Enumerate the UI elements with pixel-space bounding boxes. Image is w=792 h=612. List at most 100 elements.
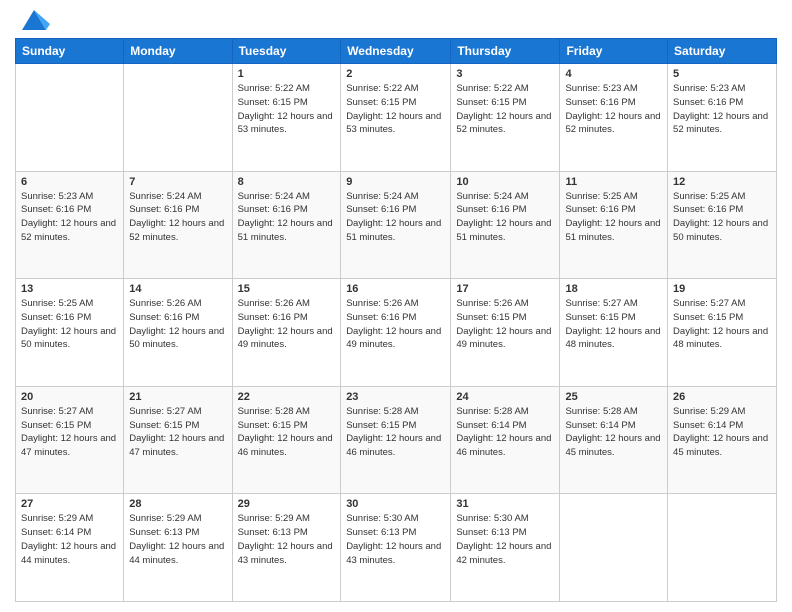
day-header-wednesday: Wednesday (341, 39, 451, 64)
day-header-monday: Monday (124, 39, 232, 64)
day-number: 15 (238, 283, 336, 295)
day-number: 16 (346, 283, 445, 295)
calendar-header-row: SundayMondayTuesdayWednesdayThursdayFrid… (16, 39, 777, 64)
day-cell: 26 Sunrise: 5:29 AMSunset: 6:14 PMDayligh… (668, 386, 777, 494)
day-detail: Sunrise: 5:27 AMSunset: 6:15 PMDaylight:… (21, 405, 118, 460)
day-number: 20 (21, 391, 118, 403)
logo-icon (18, 6, 50, 34)
day-number: 11 (565, 176, 662, 188)
day-detail: Sunrise: 5:25 AMSunset: 6:16 PMDaylight:… (21, 297, 118, 352)
day-cell: 31 Sunrise: 5:30 AMSunset: 6:13 PMDayligh… (451, 494, 560, 602)
day-detail: Sunrise: 5:23 AMSunset: 6:16 PMDaylight:… (673, 82, 771, 137)
day-cell: 17 Sunrise: 5:26 AMSunset: 6:15 PMDayligh… (451, 279, 560, 387)
day-cell: 23 Sunrise: 5:28 AMSunset: 6:15 PMDayligh… (341, 386, 451, 494)
logo (15, 10, 50, 30)
day-cell: 20 Sunrise: 5:27 AMSunset: 6:15 PMDayligh… (16, 386, 124, 494)
day-cell: 13Sunrise: 5:25 AMSunset: 6:16 PMDayligh… (16, 279, 124, 387)
day-cell: 19 Sunrise: 5:27 AMSunset: 6:15 PMDayligh… (668, 279, 777, 387)
day-cell: 1Sunrise: 5:22 AMSunset: 6:15 PMDaylight… (232, 64, 341, 172)
day-number: 29 (238, 498, 336, 510)
day-number: 3 (456, 68, 554, 80)
day-detail: Sunrise: 5:29 AMSunset: 6:13 PMDaylight:… (129, 512, 226, 567)
header (15, 10, 777, 30)
day-detail: Sunrise: 5:28 AMSunset: 6:14 PMDaylight:… (456, 405, 554, 460)
day-detail: Sunrise: 5:28 AMSunset: 6:15 PMDaylight:… (238, 405, 336, 460)
day-cell (16, 64, 124, 172)
day-detail: Sunrise: 5:26 AMSunset: 6:15 PMDaylight:… (456, 297, 554, 352)
day-cell: 14 Sunrise: 5:26 AMSunset: 6:16 PMDayligh… (124, 279, 232, 387)
day-cell: 3 Sunrise: 5:22 AMSunset: 6:15 PMDaylight… (451, 64, 560, 172)
day-cell (560, 494, 668, 602)
day-number: 17 (456, 283, 554, 295)
day-number: 5 (673, 68, 771, 80)
day-header-sunday: Sunday (16, 39, 124, 64)
day-number: 7 (129, 176, 226, 188)
day-cell: 2 Sunrise: 5:22 AMSunset: 6:15 PMDaylight… (341, 64, 451, 172)
day-detail: Sunrise: 5:29 AMSunset: 6:13 PMDaylight:… (238, 512, 336, 567)
day-cell: 27Sunrise: 5:29 AMSunset: 6:14 PMDayligh… (16, 494, 124, 602)
day-detail: Sunrise: 5:29 AMSunset: 6:14 PMDaylight:… (673, 405, 771, 460)
day-cell: 9 Sunrise: 5:24 AMSunset: 6:16 PMDaylight… (341, 171, 451, 279)
day-number: 1 (238, 68, 336, 80)
day-cell: 21Sunrise: 5:27 AMSunset: 6:15 PMDayligh… (124, 386, 232, 494)
day-number: 6 (21, 176, 118, 188)
day-detail: Sunrise: 5:22 AMSunset: 6:15 PMDaylight:… (346, 82, 445, 137)
day-detail: Sunrise: 5:26 AMSunset: 6:16 PMDaylight:… (129, 297, 226, 352)
day-number: 4 (565, 68, 662, 80)
day-detail: Sunrise: 5:24 AMSunset: 6:16 PMDaylight:… (238, 190, 336, 245)
day-cell: 6 Sunrise: 5:23 AMSunset: 6:16 PMDaylight… (16, 171, 124, 279)
week-row-4: 20 Sunrise: 5:27 AMSunset: 6:15 PMDayligh… (16, 386, 777, 494)
day-number: 19 (673, 283, 771, 295)
day-cell: 12 Sunrise: 5:25 AMSunset: 6:16 PMDayligh… (668, 171, 777, 279)
day-cell (668, 494, 777, 602)
day-cell: 5 Sunrise: 5:23 AMSunset: 6:16 PMDaylight… (668, 64, 777, 172)
day-number: 9 (346, 176, 445, 188)
day-cell (124, 64, 232, 172)
day-detail: Sunrise: 5:30 AMSunset: 6:13 PMDaylight:… (456, 512, 554, 567)
day-cell: 4 Sunrise: 5:23 AMSunset: 6:16 PMDaylight… (560, 64, 668, 172)
day-cell: 18 Sunrise: 5:27 AMSunset: 6:15 PMDayligh… (560, 279, 668, 387)
day-cell: 10Sunrise: 5:24 AMSunset: 6:16 PMDayligh… (451, 171, 560, 279)
day-cell: 11Sunrise: 5:25 AMSunset: 6:16 PMDayligh… (560, 171, 668, 279)
day-number: 23 (346, 391, 445, 403)
week-row-1: 1 Sunrise: 5:22 AMSunset: 6:15 PMDaylight… (16, 64, 777, 172)
day-cell: 7Sunrise: 5:24 AMSunset: 6:16 PMDaylight… (124, 171, 232, 279)
day-number: 24 (456, 391, 554, 403)
day-number: 10 (456, 176, 554, 188)
day-detail: Sunrise: 5:27 AMSunset: 6:15 PMDaylight:… (565, 297, 662, 352)
week-row-3: 13Sunrise: 5:25 AMSunset: 6:16 PMDayligh… (16, 279, 777, 387)
day-number: 12 (673, 176, 771, 188)
day-detail: Sunrise: 5:30 AMSunset: 6:13 PMDaylight:… (346, 512, 445, 567)
day-header-tuesday: Tuesday (232, 39, 341, 64)
day-header-saturday: Saturday (668, 39, 777, 64)
day-cell: 22Sunrise: 5:28 AMSunset: 6:15 PMDayligh… (232, 386, 341, 494)
day-cell: 16 Sunrise: 5:26 AMSunset: 6:16 PMDayligh… (341, 279, 451, 387)
day-detail: Sunrise: 5:23 AMSunset: 6:16 PMDaylight:… (565, 82, 662, 137)
day-cell: 15Sunrise: 5:26 AMSunset: 6:16 PMDayligh… (232, 279, 341, 387)
day-cell: 28 Sunrise: 5:29 AMSunset: 6:13 PMDayligh… (124, 494, 232, 602)
day-number: 25 (565, 391, 662, 403)
day-detail: Sunrise: 5:22 AMSunset: 6:15 PMDaylight:… (456, 82, 554, 137)
week-row-2: 6 Sunrise: 5:23 AMSunset: 6:16 PMDaylight… (16, 171, 777, 279)
page: SundayMondayTuesdayWednesdayThursdayFrid… (0, 0, 792, 612)
day-number: 14 (129, 283, 226, 295)
day-detail: Sunrise: 5:27 AMSunset: 6:15 PMDaylight:… (673, 297, 771, 352)
day-detail: Sunrise: 5:26 AMSunset: 6:16 PMDaylight:… (346, 297, 445, 352)
day-detail: Sunrise: 5:24 AMSunset: 6:16 PMDaylight:… (346, 190, 445, 245)
day-cell: 25Sunrise: 5:28 AMSunset: 6:14 PMDayligh… (560, 386, 668, 494)
day-number: 18 (565, 283, 662, 295)
day-detail: Sunrise: 5:25 AMSunset: 6:16 PMDaylight:… (673, 190, 771, 245)
day-number: 21 (129, 391, 226, 403)
day-number: 31 (456, 498, 554, 510)
day-cell: 30 Sunrise: 5:30 AMSunset: 6:13 PMDayligh… (341, 494, 451, 602)
day-detail: Sunrise: 5:23 AMSunset: 6:16 PMDaylight:… (21, 190, 118, 245)
day-detail: Sunrise: 5:28 AMSunset: 6:15 PMDaylight:… (346, 405, 445, 460)
day-number: 8 (238, 176, 336, 188)
day-number: 30 (346, 498, 445, 510)
week-row-5: 27Sunrise: 5:29 AMSunset: 6:14 PMDayligh… (16, 494, 777, 602)
day-number: 28 (129, 498, 226, 510)
day-number: 26 (673, 391, 771, 403)
day-header-thursday: Thursday (451, 39, 560, 64)
day-number: 2 (346, 68, 445, 80)
day-cell: 8 Sunrise: 5:24 AMSunset: 6:16 PMDaylight… (232, 171, 341, 279)
